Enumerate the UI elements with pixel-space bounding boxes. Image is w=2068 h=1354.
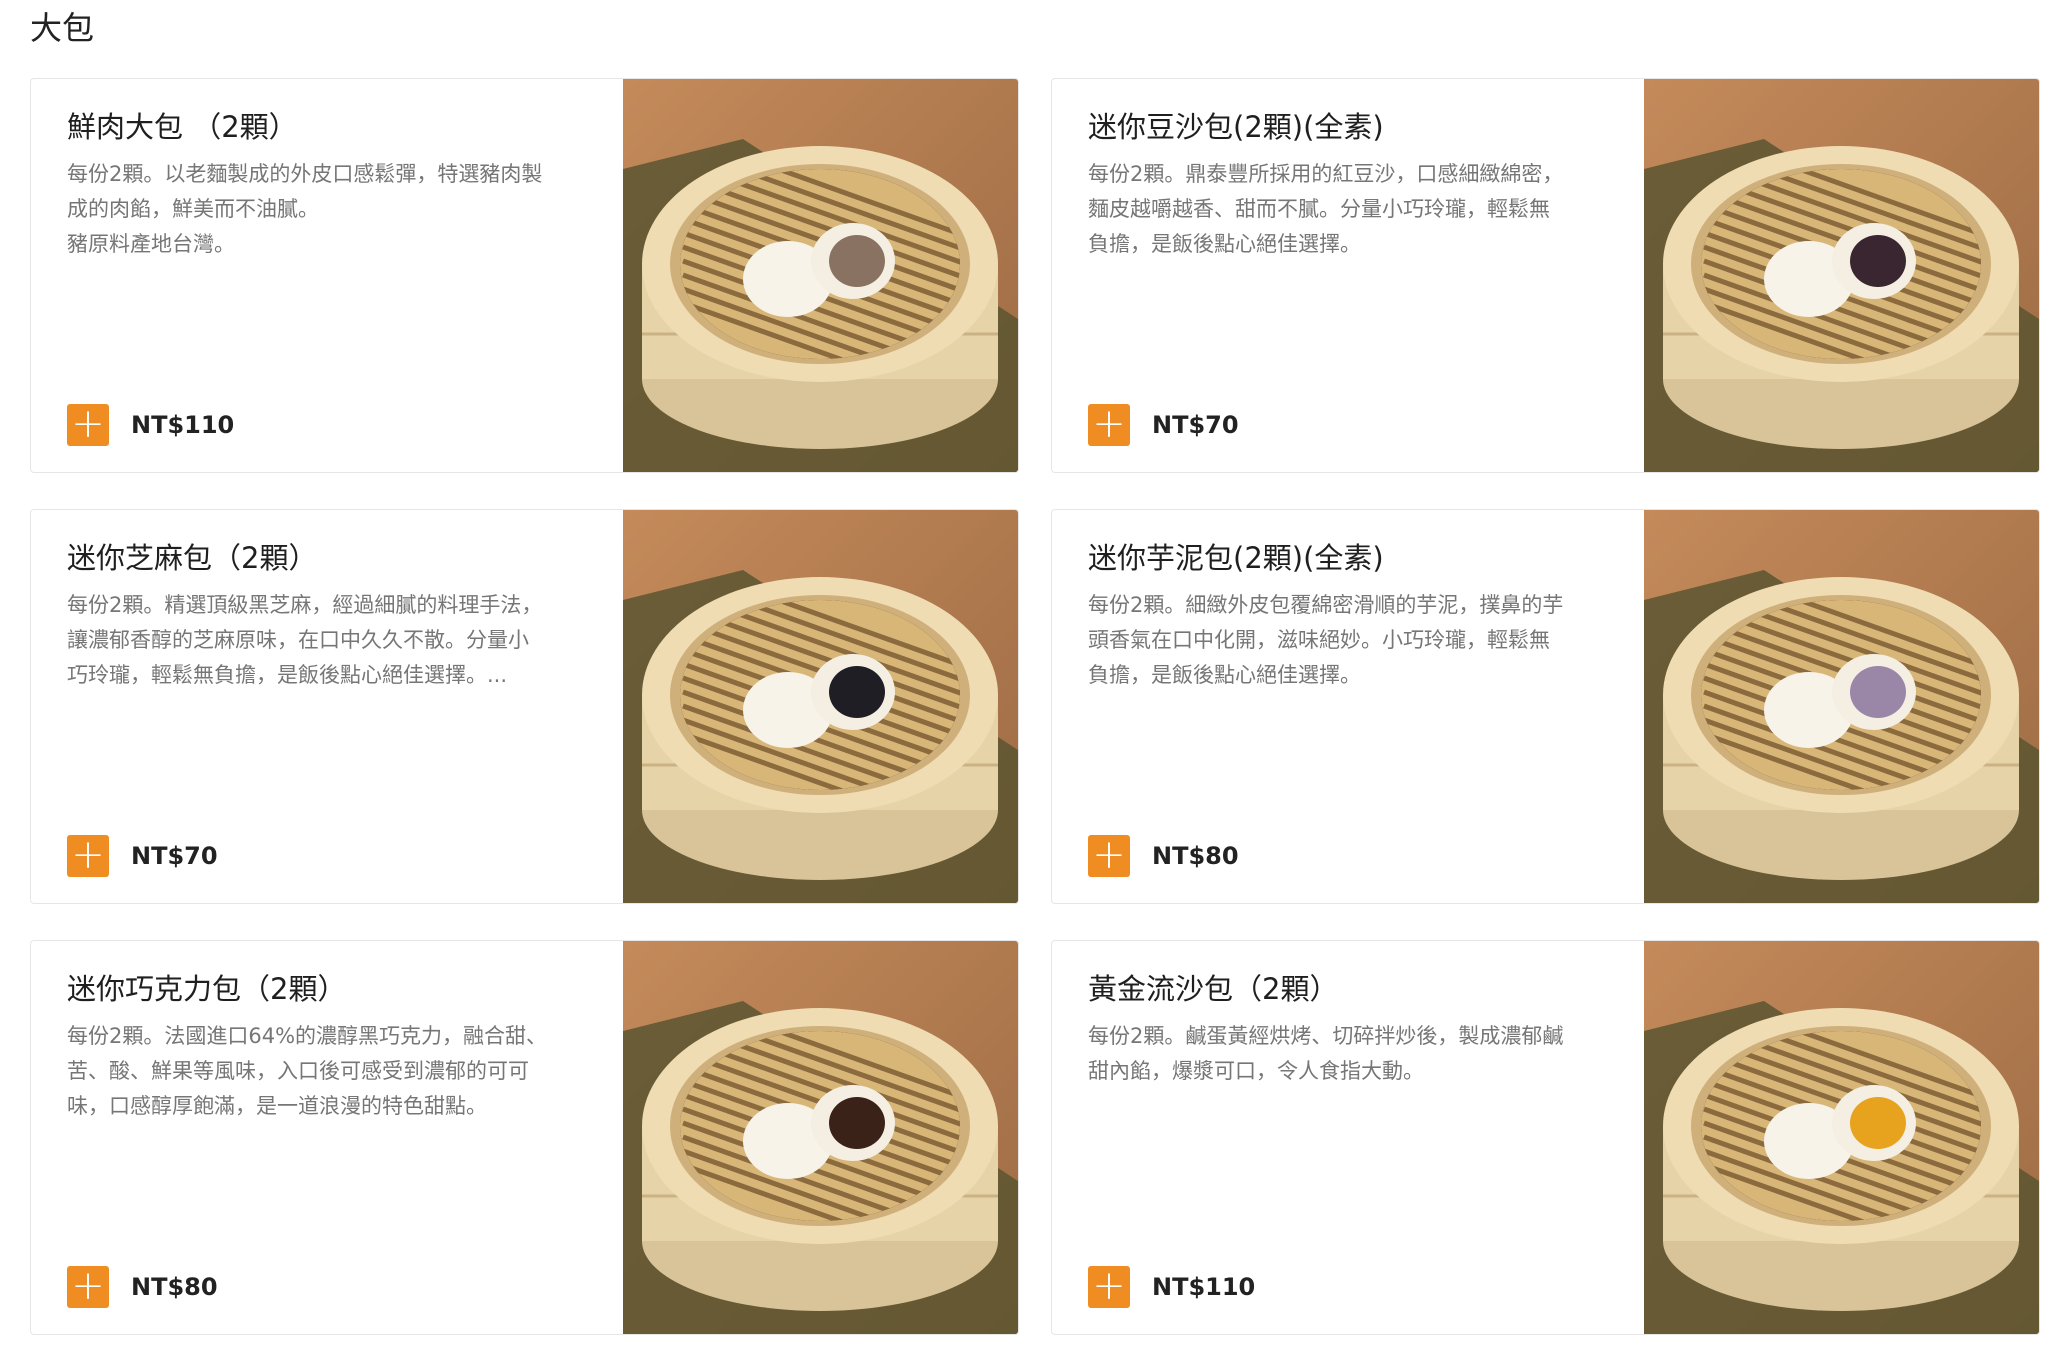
product-actions: + NT$110: [1088, 1266, 1255, 1308]
product-actions: + NT$110: [67, 404, 234, 446]
product-price: NT$80: [131, 1273, 218, 1301]
product-name[interactable]: 迷你芝麻包（2顆）: [67, 538, 607, 578]
product-card[interactable]: 迷你豆沙包(2顆)(全素) 每份2顆。鼎泰豐所採用的紅豆沙，口感細緻綿密， 麵皮…: [1051, 78, 2040, 473]
product-price: NT$70: [1152, 411, 1239, 439]
section-title: 大包: [30, 9, 95, 47]
product-card[interactable]: 黃金流沙包（2顆） 每份2顆。鹹蛋黃經烘烤、切碎拌炒後，製成濃郁鹹 甜內餡，爆漿…: [1051, 940, 2040, 1335]
product-price: NT$110: [131, 411, 235, 439]
product-actions: + NT$80: [67, 1266, 218, 1308]
product-image[interactable]: [623, 79, 1018, 472]
product-actions: + NT$80: [1088, 835, 1239, 877]
product-description: 每份2顆。以老麵製成的外皮口感鬆彈，特選豬肉製 成的肉餡，鮮美而不油膩。 豬原料…: [67, 162, 543, 256]
product-card[interactable]: 鮮肉大包 （2顆） 每份2顆。以老麵製成的外皮口感鬆彈，特選豬肉製 成的肉餡，鮮…: [30, 78, 1019, 473]
product-name[interactable]: 迷你豆沙包(2顆)(全素): [1088, 107, 1628, 147]
product-card[interactable]: 迷你芋泥包(2顆)(全素) 每份2顆。細緻外皮包覆綿密滑順的芋泥，撲鼻的芋 頭香…: [1051, 509, 2040, 904]
add-to-cart-button[interactable]: +: [1088, 1266, 1130, 1308]
add-to-cart-button[interactable]: +: [1088, 404, 1130, 446]
product-actions: + NT$70: [1088, 404, 1239, 446]
product-image[interactable]: [1644, 510, 2039, 903]
product-name[interactable]: 迷你芋泥包(2顆)(全素): [1088, 538, 1628, 578]
plus-icon: +: [1092, 832, 1126, 878]
product-name[interactable]: 迷你巧克力包（2顆）: [67, 969, 607, 1009]
product-price: NT$80: [1152, 842, 1239, 870]
product-actions: + NT$70: [67, 835, 218, 877]
product-card[interactable]: 迷你巧克力包（2顆） 每份2顆。法國進口64%的濃醇黑巧克力，融合甜、 苦、酸、…: [30, 940, 1019, 1335]
product-description: 每份2顆。精選頂級黑芝麻，經過細膩的料理手法， 讓濃郁香醇的芝麻原味，在口中久久…: [67, 593, 543, 687]
product-description: 每份2顆。鼎泰豐所採用的紅豆沙，口感細緻綿密， 麵皮越嚼越香、甜而不膩。分量小巧…: [1088, 162, 1564, 256]
plus-icon: +: [71, 401, 105, 447]
product-image[interactable]: [1644, 941, 2039, 1334]
product-description: 每份2顆。法國進口64%的濃醇黑巧克力，融合甜、 苦、酸、鮮果等風味，入口後可感…: [67, 1024, 548, 1118]
product-name[interactable]: 黃金流沙包（2顆）: [1088, 969, 1628, 1009]
product-price: NT$70: [131, 842, 218, 870]
product-image[interactable]: [623, 941, 1018, 1334]
add-to-cart-button[interactable]: +: [67, 835, 109, 877]
product-card[interactable]: 迷你芝麻包（2顆） 每份2顆。精選頂級黑芝麻，經過細膩的料理手法， 讓濃郁香醇的…: [30, 509, 1019, 904]
product-info: 迷你芋泥包(2顆)(全素) 每份2顆。細緻外皮包覆綿密滑順的芋泥，撲鼻的芋 頭香…: [1088, 538, 1628, 693]
product-description: 每份2顆。細緻外皮包覆綿密滑順的芋泥，撲鼻的芋 頭香氣在口中化開，滋味絕妙。小巧…: [1088, 593, 1564, 687]
plus-icon: +: [71, 832, 105, 878]
product-info: 迷你巧克力包（2顆） 每份2顆。法國進口64%的濃醇黑巧克力，融合甜、 苦、酸、…: [67, 969, 607, 1124]
product-info: 鮮肉大包 （2顆） 每份2顆。以老麵製成的外皮口感鬆彈，特選豬肉製 成的肉餡，鮮…: [67, 107, 607, 262]
plus-icon: +: [1092, 401, 1126, 447]
product-image[interactable]: [623, 510, 1018, 903]
product-grid: 鮮肉大包 （2顆） 每份2顆。以老麵製成的外皮口感鬆彈，特選豬肉製 成的肉餡，鮮…: [30, 78, 2040, 1335]
product-name[interactable]: 鮮肉大包 （2顆）: [67, 107, 607, 147]
product-description: 每份2顆。鹹蛋黃經烘烤、切碎拌炒後，製成濃郁鹹 甜內餡，爆漿可口，令人食指大動。: [1088, 1024, 1564, 1083]
product-info: 迷你芝麻包（2顆） 每份2顆。精選頂級黑芝麻，經過細膩的料理手法， 讓濃郁香醇的…: [67, 538, 607, 693]
plus-icon: +: [1092, 1263, 1126, 1309]
product-price: NT$110: [1152, 1273, 1256, 1301]
product-info: 迷你豆沙包(2顆)(全素) 每份2顆。鼎泰豐所採用的紅豆沙，口感細緻綿密， 麵皮…: [1088, 107, 1628, 262]
product-info: 黃金流沙包（2顆） 每份2顆。鹹蛋黃經烘烤、切碎拌炒後，製成濃郁鹹 甜內餡，爆漿…: [1088, 969, 1628, 1089]
add-to-cart-button[interactable]: +: [67, 1266, 109, 1308]
product-image[interactable]: [1644, 79, 2039, 472]
add-to-cart-button[interactable]: +: [1088, 835, 1130, 877]
add-to-cart-button[interactable]: +: [67, 404, 109, 446]
plus-icon: +: [71, 1263, 105, 1309]
